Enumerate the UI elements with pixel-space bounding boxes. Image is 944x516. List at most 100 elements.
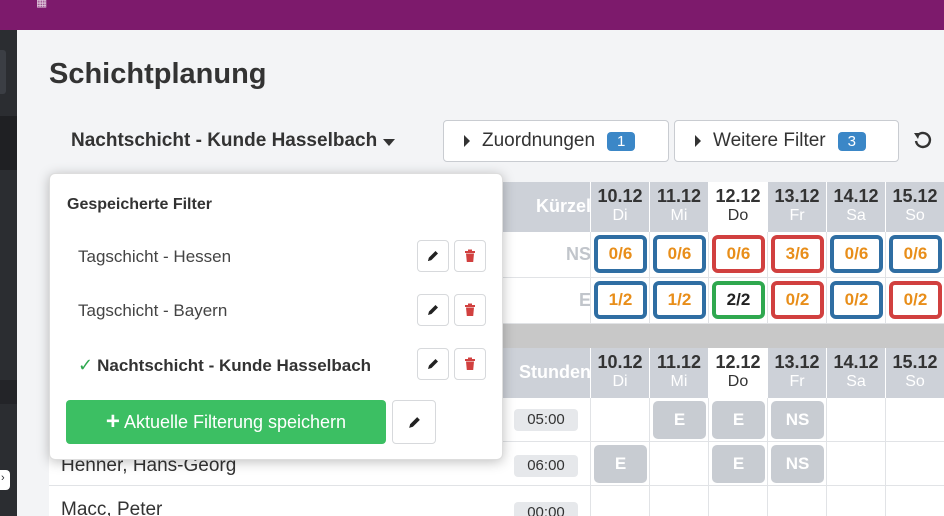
day-weekday: Sa	[846, 207, 866, 224]
day-header: 13.12 Fr	[767, 182, 826, 232]
day-weekday: Do	[727, 207, 749, 224]
shift-cell: E	[708, 398, 767, 442]
sidebar-item[interactable]	[0, 380, 17, 404]
sidebar-item[interactable]	[0, 50, 6, 94]
day-date: 13.12	[774, 352, 820, 372]
employee-hours: 06:00	[514, 455, 578, 477]
shift-cell[interactable]	[590, 486, 649, 516]
saved-filter-item[interactable]: Tagschicht - Bayern	[50, 290, 504, 330]
saved-filter-item-active[interactable]: ✓ Nachtschicht - Kunde Hasselbach	[50, 344, 504, 384]
shift-cell[interactable]	[885, 486, 944, 516]
coverage-box[interactable]: 2/2	[712, 281, 765, 319]
coverage-box[interactable]: 0/6	[594, 235, 647, 273]
coverage-box[interactable]: 0/2	[830, 281, 883, 319]
employee-name[interactable]: Macc, Peter	[61, 499, 162, 516]
shift-chip[interactable]: E	[712, 401, 765, 439]
day-date: 14.12	[833, 186, 879, 206]
coverage-box[interactable]: 0/6	[889, 235, 942, 273]
current-filter-label: Nachtschicht - Kunde Hasselbach	[71, 130, 378, 151]
shift-cell: E	[708, 442, 767, 486]
shift-cell[interactable]	[649, 486, 708, 516]
saved-filter-item[interactable]: Tagschicht - Hessen	[50, 236, 504, 276]
assignments-button[interactable]: Zuordnungen 1	[443, 120, 669, 162]
more-filters-button[interactable]: Weitere Filter 3	[674, 120, 899, 162]
grid-icon[interactable]: ▦	[36, 0, 47, 8]
shift-cell[interactable]	[826, 398, 885, 442]
plus-icon: +	[105, 408, 120, 435]
day-weekday: So	[905, 373, 925, 390]
shift-cell[interactable]	[649, 442, 708, 486]
pencil-icon	[428, 359, 438, 369]
saved-filter-label: Tagschicht - Bayern	[78, 301, 228, 320]
shift-cell[interactable]	[767, 486, 826, 516]
day-date: 15.12	[892, 352, 938, 372]
caret-right-icon	[695, 135, 701, 147]
sidebar-item[interactable]	[0, 116, 17, 170]
coverage-box[interactable]: 0/2	[889, 281, 942, 319]
delete-filter-button[interactable]	[454, 240, 486, 272]
coverage-box[interactable]: 3/6	[771, 235, 824, 273]
save-current-filter-button[interactable]: + Aktuelle Filterung speichern	[66, 400, 386, 444]
top-bar: ▦	[0, 0, 944, 30]
day-date: 12.12	[715, 186, 761, 206]
saved-filter-label: Tagschicht - Hessen	[78, 247, 232, 266]
chevron-right-icon: ›	[1, 472, 5, 484]
day-weekday: Di	[612, 207, 628, 224]
day-weekday: Fr	[789, 207, 805, 224]
day-header: 14.12 Sa	[826, 348, 885, 398]
day-date: 13.12	[774, 186, 820, 206]
coverage-box[interactable]: 0/6	[830, 235, 883, 273]
day-weekday: Sa	[846, 373, 866, 390]
shift-chip[interactable]: NS	[771, 401, 824, 439]
shift-cell[interactable]	[826, 486, 885, 516]
edit-filter-button[interactable]	[417, 294, 449, 326]
day-header: 13.12 Fr	[767, 348, 826, 398]
day-header: 10.12 Di	[590, 182, 649, 232]
caret-down-icon	[383, 138, 396, 146]
shift-cell[interactable]	[826, 442, 885, 486]
edit-filter-button[interactable]	[417, 348, 449, 380]
coverage-box[interactable]: 0/6	[712, 235, 765, 273]
shift-chip[interactable]: E	[653, 401, 706, 439]
page-title: Schichtplanung	[49, 58, 267, 90]
employee-hours: 00:00	[514, 502, 578, 516]
shift-chip[interactable]: NS	[771, 445, 824, 483]
summary-cell: 3/6	[767, 232, 826, 278]
refresh-icon[interactable]	[913, 130, 933, 152]
day-date: 11.12	[656, 186, 702, 206]
shift-chip[interactable]: E	[712, 445, 765, 483]
coverage-box[interactable]: 1/2	[653, 281, 706, 319]
day-header: 15.12 So	[885, 348, 944, 398]
assignments-count-badge: 1	[607, 131, 636, 151]
employee-row: Macc, Peter 00:00	[49, 486, 944, 516]
summary-cell: 0/2	[826, 278, 885, 324]
shift-cell[interactable]	[708, 486, 767, 516]
shift-cell: E	[590, 442, 649, 486]
save-filter-label: Aktuelle Filterung speichern	[123, 411, 347, 432]
shift-cell[interactable]	[590, 398, 649, 442]
shift-cell[interactable]	[885, 442, 944, 486]
trash-icon	[465, 249, 475, 262]
sidebar-toggle[interactable]: ›	[0, 470, 10, 490]
summary-cell: 0/6	[649, 232, 708, 278]
more-filters-label: Weitere Filter	[713, 130, 826, 151]
delete-filter-button[interactable]	[454, 294, 486, 326]
save-filter-edit-button[interactable]	[392, 400, 436, 444]
coverage-box[interactable]: 1/2	[594, 281, 647, 319]
shift-cell[interactable]	[885, 398, 944, 442]
summary-cell: 1/2	[590, 278, 649, 324]
day-weekday: So	[905, 207, 925, 224]
employee-hours: 05:00	[514, 409, 578, 431]
edit-filter-button[interactable]	[417, 240, 449, 272]
summary-cell: 0/2	[767, 278, 826, 324]
delete-filter-button[interactable]	[454, 348, 486, 380]
day-weekday: Mi	[670, 373, 688, 390]
saved-filter-select[interactable]: Nachtschicht - Kunde Hasselbach	[71, 130, 396, 152]
shift-cell: NS	[767, 398, 826, 442]
day-header: 10.12 Di	[590, 348, 649, 398]
day-header: 11.12 Mi	[649, 348, 708, 398]
coverage-box[interactable]: 0/6	[653, 235, 706, 273]
coverage-box[interactable]: 0/2	[771, 281, 824, 319]
day-date: 11.12	[656, 352, 702, 372]
shift-chip[interactable]: E	[594, 445, 647, 483]
